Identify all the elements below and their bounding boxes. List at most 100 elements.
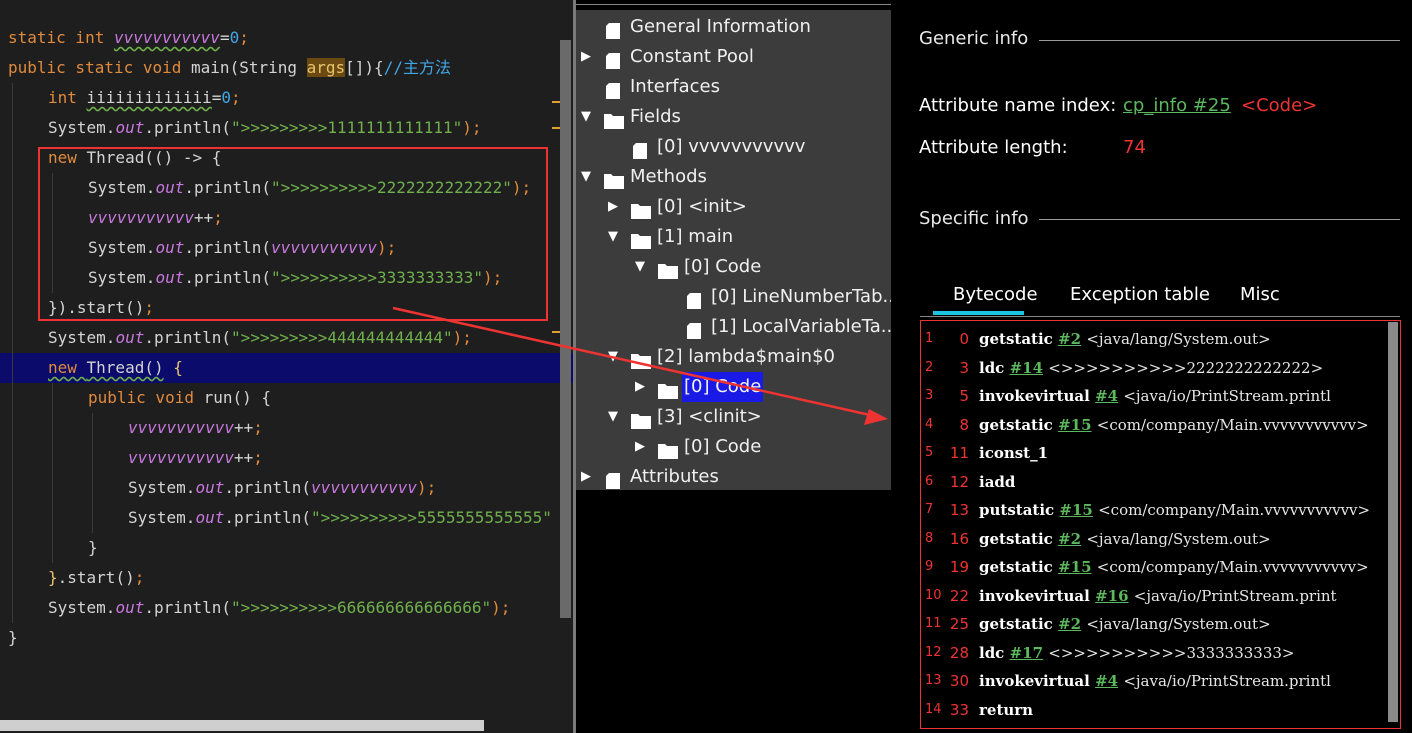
tree-item[interactable]: Interfaces: [576, 72, 891, 102]
code-token: System.: [128, 508, 196, 527]
code-line: vvvvvvvvvvv++;: [0, 413, 573, 443]
editor-horizontal-scrollbar[interactable]: [0, 720, 484, 731]
chevron-down-icon[interactable]: ▼: [578, 162, 594, 192]
constant-pool-ref-link[interactable]: #16: [1095, 587, 1128, 605]
code-token: ;: [239, 28, 249, 47]
bytecode-offset: 11: [949, 444, 969, 462]
code-token: out: [115, 328, 145, 347]
code-token: Thread(): [86, 358, 164, 377]
tree-item[interactable]: ▶ [0] <init>: [576, 192, 891, 222]
indent-guide: [12, 563, 13, 593]
operand-comment: <java/io/PrintStream.print: [1133, 586, 1337, 605]
code-token: ">>>>>>>>>>5555555555555": [311, 508, 552, 527]
constant-pool-ref-link[interactable]: #4: [1095, 387, 1118, 405]
file-icon: [685, 319, 705, 339]
tree-item-label: [1] LocalVariableTa...: [711, 316, 898, 337]
opcode-name: invokevirtual: [979, 672, 1090, 690]
chevron-down-icon[interactable]: ▼: [605, 222, 621, 252]
tree-item-label: [2] lambda$main$0: [657, 346, 835, 367]
tab-misc[interactable]: Misc: [1240, 284, 1280, 305]
constant-pool-ref-link[interactable]: #15: [1058, 558, 1091, 576]
tree-item[interactable]: ▶ [0] Code: [576, 372, 891, 402]
tree-item[interactable]: ▼ [1] main: [576, 222, 891, 252]
chevron-down-icon[interactable]: ▼: [632, 252, 648, 282]
opcode: getstatic #2 <java/lang/System.out>: [979, 525, 1271, 553]
constant-pool-ref-link[interactable]: #15: [1059, 501, 1092, 519]
code-token: .println(: [224, 508, 312, 527]
chevron-down-icon[interactable]: ▼: [605, 402, 621, 432]
indent-guide: [12, 173, 13, 203]
tree-item[interactable]: ▶ Attributes: [576, 462, 891, 492]
class-structure-tree: General Information ▶ Constant Pool Interfa…: [576, 0, 911, 733]
code-editor[interactable]: static int vvvvvvvvvvv=0; public static v…: [0, 0, 573, 733]
chevron-right-icon[interactable]: ▶: [605, 192, 621, 222]
code-token: System.: [128, 478, 196, 497]
constant-pool-ref-link[interactable]: #17: [1010, 644, 1043, 662]
tree-item[interactable]: ▼ [2] lambda$main$0: [576, 342, 891, 372]
constant-pool-ref-link[interactable]: #14: [1010, 359, 1043, 377]
tree-item[interactable]: ▼ [0] Code: [576, 252, 891, 282]
tree-item-label: Constant Pool: [630, 46, 754, 67]
attribute-name-link[interactable]: cp_info #25: [1123, 95, 1231, 116]
constant-pool-ref-link[interactable]: #4: [1095, 672, 1118, 690]
opcode: getstatic #15 <com/company/Main.vvvvvvvv…: [979, 411, 1369, 439]
indent-guide: [12, 233, 13, 263]
bytecode-offset: 8: [959, 415, 969, 434]
tree-item[interactable]: [0] vvvvvvvvvvv: [576, 132, 891, 162]
bytecode-scrollbar[interactable]: [1388, 322, 1398, 722]
editor-vertical-scrollbar[interactable]: [560, 40, 571, 618]
code-line: }: [0, 623, 573, 653]
line-number: 10: [925, 587, 942, 603]
line-number: 5: [925, 445, 934, 460]
folder-icon: [658, 379, 678, 399]
code-token: ;: [134, 568, 145, 587]
chevron-down-icon[interactable]: ▼: [605, 342, 621, 372]
code-token: =: [211, 88, 222, 107]
attribute-name-value: <Code>: [1241, 95, 1318, 116]
code-token: vvvvvvvvvvv: [113, 28, 220, 47]
constant-pool-ref-link[interactable]: #15: [1058, 416, 1091, 434]
bytecode-row: 13 30 invokevirtual #4 <java/io/PrintStrea…: [921, 667, 1400, 695]
line-number: 8: [925, 530, 934, 546]
constant-pool-ref-link[interactable]: #2: [1058, 615, 1081, 633]
code-token: vvvvvvvvvvv: [128, 418, 234, 437]
tree-item[interactable]: [1] LocalVariableTa...: [576, 312, 898, 342]
code-line: System.out.println(">>>>>>>>>11111111111…: [0, 113, 573, 143]
generic-info-divider: [1039, 40, 1400, 41]
tree-item[interactable]: General Information: [576, 12, 891, 42]
bytecode-row: 14 33 return: [921, 696, 1400, 724]
code-token: out: [195, 478, 225, 497]
folder-icon: [658, 259, 678, 279]
constant-pool-ref-link[interactable]: #2: [1058, 530, 1081, 548]
bytecode-row: 10 22 invokevirtual #16 <java/io/PrintStre…: [921, 582, 1400, 610]
tab-content-border: [920, 316, 1400, 317]
tab-bytecode[interactable]: Bytecode: [953, 284, 1038, 305]
indent-guide: [12, 143, 13, 173]
opcode: invokevirtual #4 <java/io/PrintStream.pr…: [979, 382, 1331, 410]
tree-item[interactable]: ▼ Fields: [576, 102, 891, 132]
code-token: //主方法: [383, 58, 451, 77]
tree-item[interactable]: ▶ [0] Code: [576, 432, 891, 462]
indent-guide: [12, 323, 13, 353]
tree-item[interactable]: ▼ [3] <clinit>: [576, 402, 891, 432]
tree-item[interactable]: [0] LineNumberTab...: [576, 282, 900, 312]
opcode-name: getstatic: [979, 615, 1053, 633]
chevron-right-icon[interactable]: ▶: [632, 432, 648, 462]
chevron-right-icon[interactable]: ▶: [578, 462, 594, 492]
tree-item[interactable]: ▶ Constant Pool: [576, 42, 891, 72]
chevron-right-icon[interactable]: ▶: [578, 42, 594, 72]
code-token: ;: [253, 448, 263, 467]
code-token: out: [195, 508, 225, 527]
constant-pool-ref-link[interactable]: #2: [1058, 330, 1081, 348]
tab-exception-table[interactable]: Exception table: [1070, 284, 1210, 305]
code-token: ">>>>>>>>>1111111111111": [231, 118, 463, 137]
chevron-right-icon[interactable]: ▶: [632, 372, 648, 402]
indent-guide: [12, 203, 13, 233]
operand-comment: <java/lang/System.out>: [1086, 615, 1271, 633]
indent-guide: [12, 473, 13, 503]
code-token: .println(: [144, 598, 232, 617]
line-number: 4: [925, 416, 934, 432]
chevron-down-icon[interactable]: ▼: [578, 102, 594, 132]
tree-item[interactable]: ▼ Methods: [576, 162, 891, 192]
operand-comment: <com/company/Main.vvvvvvvvvvv>: [1098, 501, 1371, 519]
